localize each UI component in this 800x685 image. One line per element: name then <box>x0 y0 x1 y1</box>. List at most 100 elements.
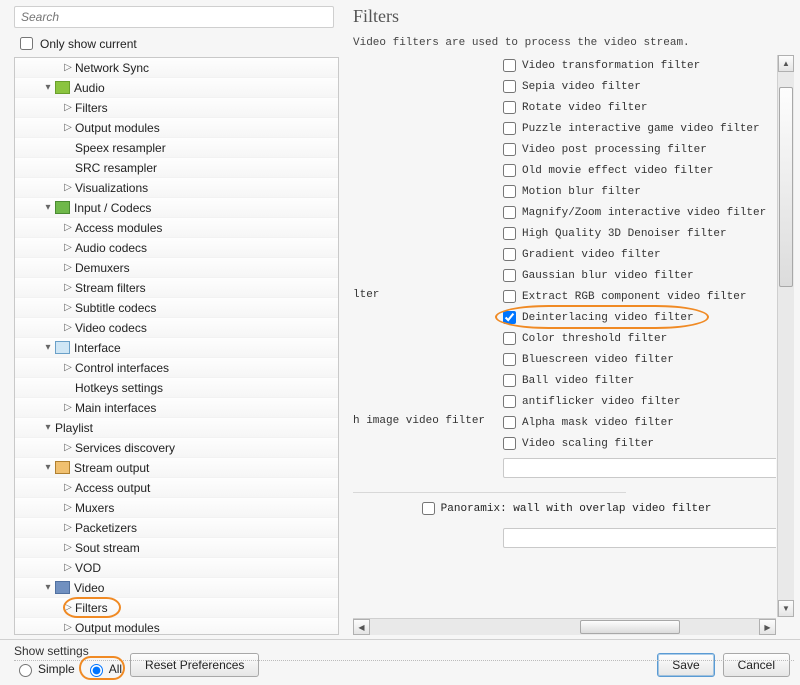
tree-item-packetizers[interactable]: Packetizers <box>15 518 338 538</box>
iface-icon <box>55 341 70 354</box>
chk-antiflicker-video-filter[interactable]: antiflicker video filter <box>503 391 776 412</box>
tree-item-audio-codecs[interactable]: Audio codecs <box>15 238 338 258</box>
search-input[interactable] <box>14 6 334 28</box>
chk-color-threshold-filter[interactable]: Color threshold filter <box>503 328 776 349</box>
tree-item-hotkeys-settings[interactable]: Hotkeys settings <box>15 378 338 398</box>
filter-text-input-1[interactable] <box>503 458 776 478</box>
radio-simple[interactable]: Simple <box>14 661 75 677</box>
tree-item-stream-output[interactable]: Stream output <box>15 458 338 478</box>
chk-video-scaling-filter[interactable]: Video scaling filter <box>503 433 776 454</box>
expand-icon <box>61 622 75 633</box>
chk-alpha-mask-video-filter-input[interactable] <box>503 416 516 429</box>
chk-old-movie-effect-video-filter[interactable]: Old movie effect video filter <box>503 160 776 181</box>
tree-item-label: Stream output <box>74 461 149 475</box>
tree-item-video-output-modules[interactable]: Output modules <box>15 618 338 634</box>
tree-item-visualizations[interactable]: Visualizations <box>15 178 338 198</box>
cancel-button[interactable]: Cancel <box>723 653 790 677</box>
chk-panoramix-input[interactable] <box>422 502 435 515</box>
chk-magnify-zoom-interactive-video-filter[interactable]: Magnify/Zoom interactive video filter <box>503 202 776 223</box>
tree-item-network-sync[interactable]: Network Sync <box>15 58 338 78</box>
tree-item-subtitle-codecs[interactable]: Subtitle codecs <box>15 298 338 318</box>
tree-item-audio-filters[interactable]: Filters <box>15 98 338 118</box>
chk-ball-video-filter-input[interactable] <box>503 374 516 387</box>
chk-color-threshold-filter-input[interactable] <box>503 332 516 345</box>
tree-item-stream-filters[interactable]: Stream filters <box>15 278 338 298</box>
chk-video-transformation-filter[interactable]: Video transformation filter <box>503 55 776 76</box>
tree-item-playlist[interactable]: Playlist <box>15 418 338 438</box>
tree-item-audio-output-modules[interactable]: Output modules <box>15 118 338 138</box>
chk-bluescreen-video-filter[interactable]: Bluescreen video filter <box>503 349 776 370</box>
chk-video-post-processing-filter-input[interactable] <box>503 143 516 156</box>
chk-motion-blur-filter[interactable]: Motion blur filter <box>503 181 776 202</box>
chk-old-movie-effect-video-filter-input[interactable] <box>503 164 516 177</box>
footer-divider <box>14 660 794 661</box>
tree-item-audio[interactable]: Audio <box>15 78 338 98</box>
chk-bluescreen-video-filter-input[interactable] <box>503 353 516 366</box>
chk-deinterlacing-video-filter[interactable]: Deinterlacing video filter <box>503 307 776 328</box>
input-icon <box>55 201 70 214</box>
tree-item-access-modules[interactable]: Access modules <box>15 218 338 238</box>
checkbox-label: Gradient video filter <box>522 249 661 261</box>
audio-icon <box>55 81 70 94</box>
chk-ball-video-filter[interactable]: Ball video filter <box>503 370 776 391</box>
checkbox-label: Color threshold filter <box>522 333 667 345</box>
chk-puzzle-interactive-game-video-filter-input[interactable] <box>503 122 516 135</box>
chk-alpha-mask-video-filter[interactable]: Alpha mask video filter <box>503 412 776 433</box>
checkbox-label: Bluescreen video filter <box>522 354 674 366</box>
tree-item-input-codecs[interactable]: Input / Codecs <box>15 198 338 218</box>
tree-item-services-discovery[interactable]: Services discovery <box>15 438 338 458</box>
filter-text-input-2[interactable] <box>503 528 776 548</box>
tree-item-speex-resampler[interactable]: Speex resampler <box>15 138 338 158</box>
chk-rotate-video-filter-input[interactable] <box>503 101 516 114</box>
chk-gaussian-blur-video-filter-input[interactable] <box>503 269 516 282</box>
chk-sepia-video-filter[interactable]: Sepia video filter <box>503 76 776 97</box>
tree-item-label: Subtitle codecs <box>75 301 156 315</box>
tree-item-interface[interactable]: Interface <box>15 338 338 358</box>
chk-video-scaling-filter-input[interactable] <box>503 437 516 450</box>
chk-high-quality-3d-denoiser-filter-input[interactable] <box>503 227 516 240</box>
radio-all[interactable]: All <box>85 661 122 677</box>
chk-extract-rgb-component-video-filter[interactable]: Extract RGB component video filter <box>503 286 776 307</box>
chk-video-post-processing-filter[interactable]: Video post processing filter <box>503 139 776 160</box>
save-button[interactable]: Save <box>657 653 714 677</box>
chk-video-transformation-filter-input[interactable] <box>503 59 516 72</box>
page-title: Filters <box>353 6 794 27</box>
tree-item-sout-stream[interactable]: Sout stream <box>15 538 338 558</box>
chk-gradient-video-filter[interactable]: Gradient video filter <box>503 244 776 265</box>
tree-item-label: Stream filters <box>75 281 146 295</box>
chk-deinterlacing-video-filter-input[interactable] <box>503 311 516 324</box>
checkbox-label: Rotate video filter <box>522 102 647 114</box>
vertical-scrollbar[interactable]: ▲▼ <box>777 55 794 617</box>
chk-gradient-video-filter-input[interactable] <box>503 248 516 261</box>
tree-item-src-resampler[interactable]: SRC resampler <box>15 158 338 178</box>
tree-item-vod[interactable]: VOD <box>15 558 338 578</box>
horizontal-scrollbar[interactable]: ◀▶ <box>353 618 776 635</box>
chk-puzzle-interactive-game-video-filter[interactable]: Puzzle interactive game video filter <box>503 118 776 139</box>
tree-item-label: Visualizations <box>75 181 148 195</box>
tree-item-muxers[interactable]: Muxers <box>15 498 338 518</box>
tree-item-demuxers[interactable]: Demuxers <box>15 258 338 278</box>
expand-icon <box>61 502 75 513</box>
tree-item-main-interfaces[interactable]: Main interfaces <box>15 398 338 418</box>
reset-preferences-button[interactable]: Reset Preferences <box>130 653 259 677</box>
tree-item-video-codecs[interactable]: Video codecs <box>15 318 338 338</box>
only-show-current-input[interactable] <box>20 37 33 50</box>
only-show-current-checkbox[interactable]: Only show current <box>16 34 339 53</box>
tree-item-label: Main interfaces <box>75 401 156 415</box>
chk-motion-blur-filter-input[interactable] <box>503 185 516 198</box>
chk-gaussian-blur-video-filter[interactable]: Gaussian blur video filter <box>503 265 776 286</box>
chk-sepia-video-filter-input[interactable] <box>503 80 516 93</box>
chk-panoramix[interactable]: Panoramix: wall with overlap video filte… <box>353 499 776 518</box>
chk-extract-rgb-component-video-filter-input[interactable] <box>503 290 516 303</box>
chk-rotate-video-filter[interactable]: Rotate video filter <box>503 97 776 118</box>
chk-magnify-zoom-interactive-video-filter-input[interactable] <box>503 206 516 219</box>
tree-item-access-output[interactable]: Access output <box>15 478 338 498</box>
tree-item-control-interfaces[interactable]: Control interfaces <box>15 358 338 378</box>
tree-item-video[interactable]: Video <box>15 578 338 598</box>
tree-item-label: Filters <box>75 101 108 115</box>
expand-icon <box>61 222 75 233</box>
tree-item-video-filters[interactable]: Filters <box>15 598 338 618</box>
chk-high-quality-3d-denoiser-filter[interactable]: High Quality 3D Denoiser filter <box>503 223 776 244</box>
collapse-icon <box>41 202 55 213</box>
chk-antiflicker-video-filter-input[interactable] <box>503 395 516 408</box>
